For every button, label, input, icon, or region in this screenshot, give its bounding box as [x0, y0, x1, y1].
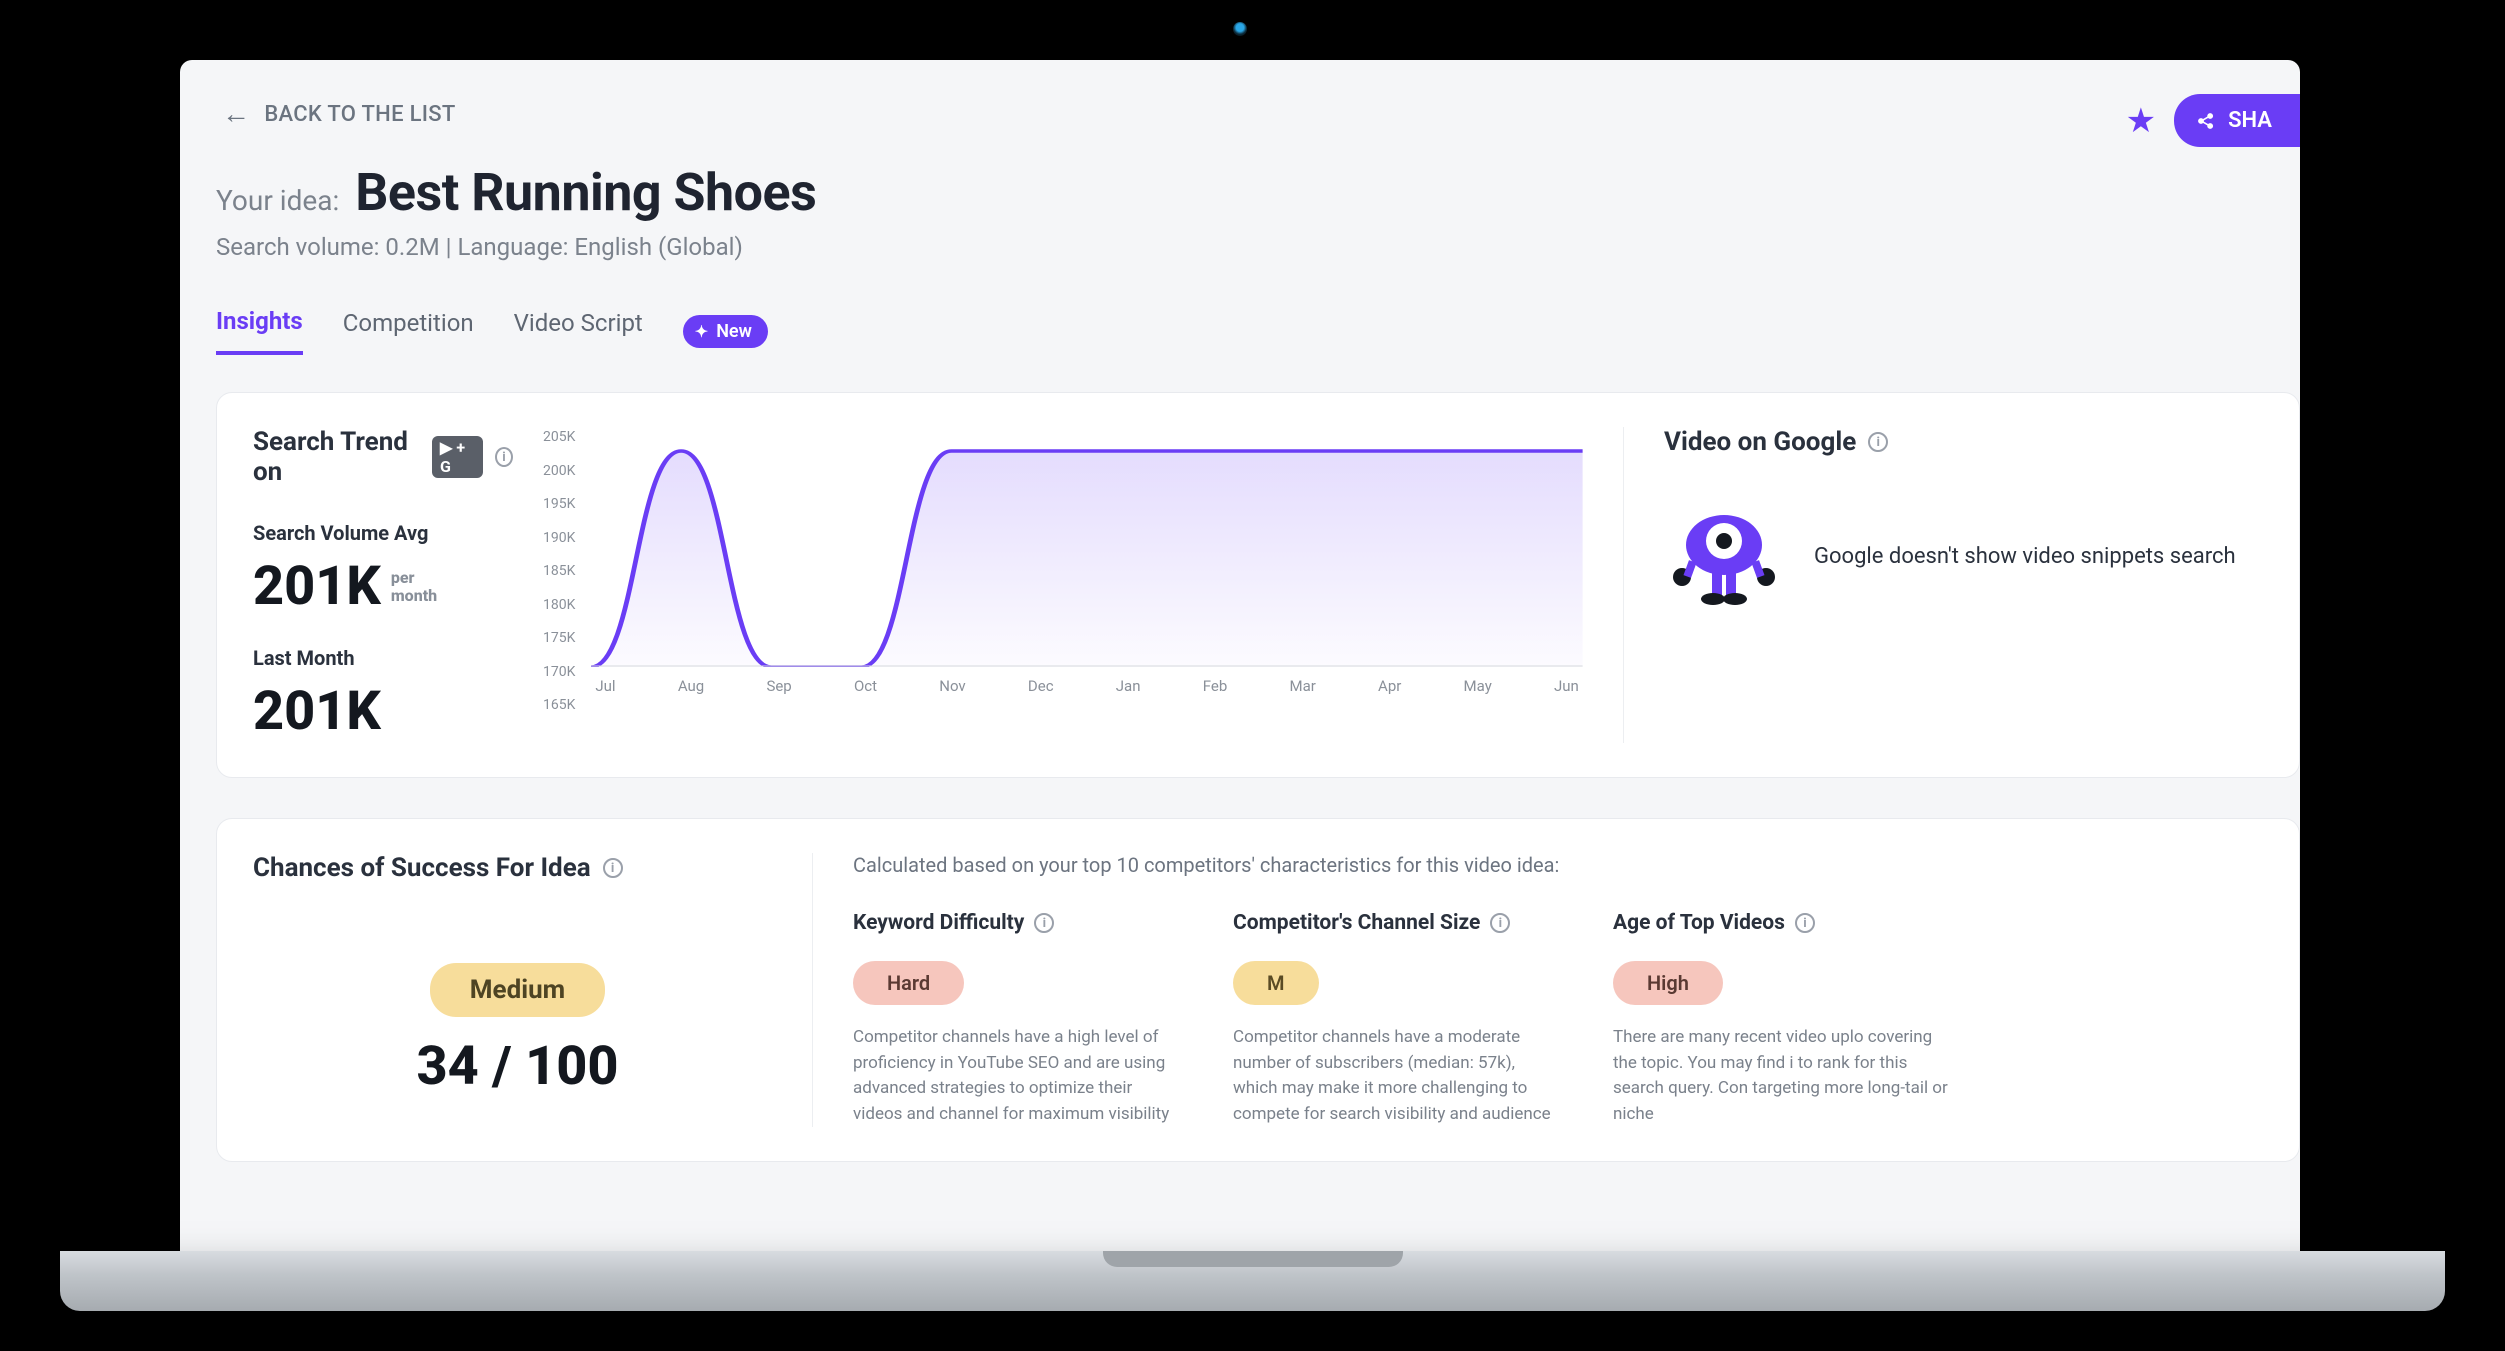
favorite-star-icon[interactable]: ★: [2126, 101, 2156, 141]
chance-score: 34 / 100: [253, 1035, 782, 1098]
search-trend-card: Search Trend on ▶ + G i Search Volume Av…: [216, 392, 2300, 778]
last-month-value: 201K: [253, 680, 381, 743]
last-month-label: Last Month: [253, 646, 513, 670]
info-icon[interactable]: i: [495, 447, 513, 467]
laptop-base: [60, 1251, 2445, 1311]
mascot-icon: [1664, 497, 1784, 617]
youtube-google-badge: ▶ + G: [432, 436, 483, 478]
tab-video-script[interactable]: Video Script: [514, 309, 643, 353]
info-icon[interactable]: i: [1034, 913, 1054, 933]
search-trend-chart: [591, 427, 1583, 667]
tab-insights[interactable]: Insights: [216, 307, 303, 355]
new-badge: ✦ New: [683, 315, 768, 348]
chart-x-axis: JulAugSepOctNovDecJanFebMarAprMayJun: [591, 671, 1583, 695]
age-top-videos-desc: There are many recent video uplo coverin…: [1613, 1025, 1953, 1127]
calc-explainer: Calculated based on your top 10 competit…: [853, 853, 2263, 877]
age-top-videos-pill: High: [1613, 961, 1723, 1005]
video-on-google-title: Video on Google: [1664, 427, 1856, 457]
search-volume-avg-label: Search Volume Avg: [253, 521, 513, 545]
share-button[interactable]: SHA: [2174, 94, 2300, 147]
channel-size-title: Competitor's Channel Size: [1233, 911, 1480, 935]
share-icon: [2196, 111, 2216, 131]
new-badge-label: New: [716, 321, 752, 342]
share-label: SHA: [2228, 108, 2272, 133]
info-icon[interactable]: i: [603, 858, 623, 878]
video-on-google-panel: Video on Google i: [1623, 427, 2263, 743]
channel-size-pill: M: [1233, 961, 1319, 1005]
chances-of-success-card: Chances of Success For Idea i Medium 34 …: [216, 818, 2300, 1162]
chances-title: Chances of Success For Idea: [253, 853, 591, 883]
per-month-label: permonth: [391, 569, 437, 604]
info-icon[interactable]: i: [1490, 913, 1510, 933]
info-icon[interactable]: i: [1868, 432, 1888, 452]
back-to-list-link[interactable]: ← BACK TO THE LIST: [222, 100, 456, 128]
tabs: Insights Competition Video Script ✦ New: [216, 307, 2300, 356]
chart-y-axis: 205K200K195K190K185K180K175K170K165K: [543, 427, 581, 743]
channel-size-desc: Competitor channels have a moderate numb…: [1233, 1025, 1553, 1127]
age-top-videos-title: Age of Top Videos: [1613, 911, 1785, 935]
idea-label: Your idea:: [216, 184, 339, 217]
chance-level-pill: Medium: [430, 963, 605, 1017]
page-title: Best Running Shoes: [355, 162, 816, 223]
keyword-difficulty-title: Keyword Difficulty: [853, 911, 1024, 935]
keyword-difficulty-pill: Hard: [853, 961, 964, 1005]
idea-meta: Search volume: 0.2M | Language: English …: [216, 233, 2300, 261]
keyword-difficulty-desc: Competitor channels have a high level of…: [853, 1025, 1173, 1127]
tab-competition[interactable]: Competition: [343, 309, 474, 353]
sparkle-icon: ✦: [695, 322, 708, 341]
back-label: BACK TO THE LIST: [264, 102, 455, 127]
camera-dot: [1233, 22, 1247, 36]
video-on-google-text: Google doesn't show video snippets searc…: [1814, 543, 2236, 572]
arrow-left-icon: ←: [222, 100, 250, 128]
info-icon[interactable]: i: [1795, 913, 1815, 933]
search-volume-avg-value: 201K: [253, 555, 381, 618]
search-trend-title: Search Trend on ▶ + G i: [253, 427, 513, 487]
